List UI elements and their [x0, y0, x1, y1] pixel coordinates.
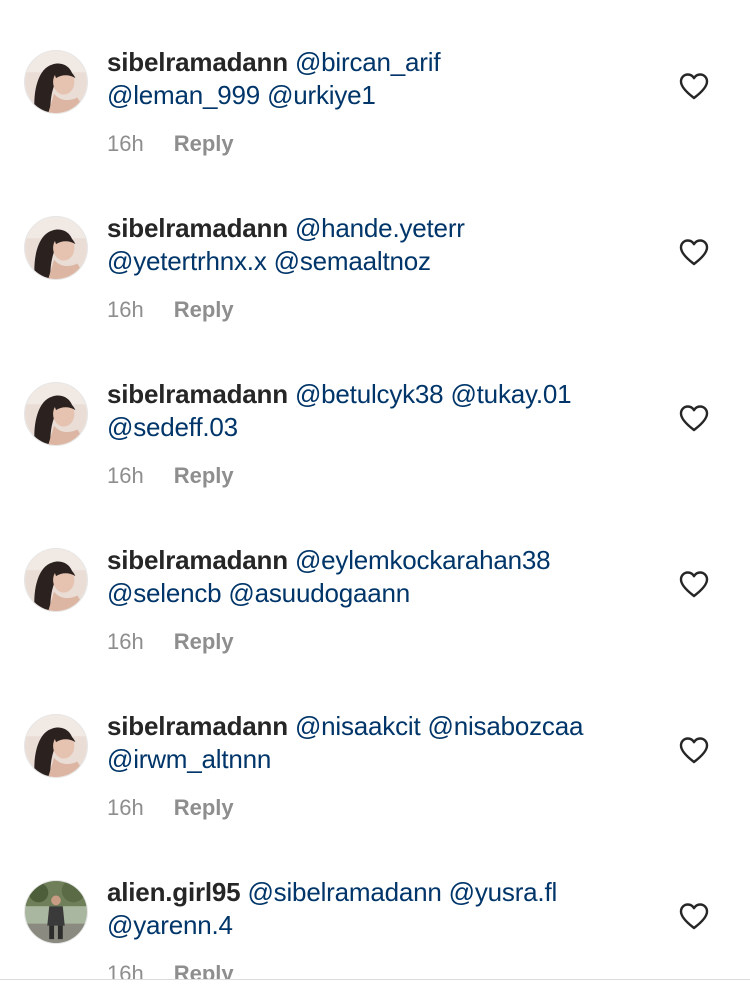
comment-mentions-line1[interactable]: @betulcyk38 @tukay.01: [295, 379, 572, 409]
heart-outline-icon[interactable]: [678, 901, 710, 931]
comment-meta: 16h Reply: [107, 794, 234, 822]
comment-mentions-line2[interactable]: @sedeff.03: [107, 412, 238, 442]
comment-mentions-line2[interactable]: @yetertrhnx.x @semaaltnoz: [107, 246, 431, 276]
comment-mentions-line1[interactable]: @eylemkockarahan38: [295, 545, 551, 575]
comment-mentions-line2[interactable]: @leman_999 @urkiye1: [107, 80, 376, 110]
comment-timestamp: 16h: [107, 463, 144, 488]
comment-text: sibelramadann @hande.yeterr @yetertrhnx.…: [107, 212, 652, 278]
comment-meta: 16h Reply: [107, 462, 234, 490]
avatar[interactable]: [24, 880, 88, 944]
comment-username[interactable]: sibelramadann: [107, 379, 288, 409]
reply-button[interactable]: Reply: [174, 462, 234, 490]
reply-button[interactable]: Reply: [174, 296, 234, 324]
comment-row: sibelramadann @nisaakcit @nisabozcaa @ir…: [0, 664, 750, 830]
comment-meta: 16h Reply: [107, 130, 234, 158]
comment-timestamp: 16h: [107, 795, 144, 820]
reply-button[interactable]: Reply: [174, 794, 234, 822]
comment-text: sibelramadann @nisaakcit @nisabozcaa @ir…: [107, 710, 652, 776]
heart-outline-icon[interactable]: [678, 237, 710, 267]
comment-username[interactable]: sibelramadann: [107, 213, 288, 243]
comment-text: sibelramadann @bircan_arif @leman_999 @u…: [107, 46, 652, 112]
comment-timestamp: 16h: [107, 297, 144, 322]
heart-outline-icon[interactable]: [678, 71, 710, 101]
comment-mentions-line1[interactable]: @hande.yeterr: [295, 213, 465, 243]
comment-username[interactable]: sibelramadann: [107, 711, 288, 741]
reply-button[interactable]: Reply: [174, 628, 234, 656]
comment-row: sibelramadann @bircan_arif @leman_999 @u…: [0, 0, 750, 166]
comment-mentions-line1[interactable]: @sibelramadann @yusra.fl: [247, 877, 557, 907]
avatar[interactable]: [24, 714, 88, 778]
comment-row: sibelramadann @betulcyk38 @tukay.01 @sed…: [0, 332, 750, 498]
comment-mentions-line2[interactable]: @irwm_altnnn: [107, 744, 271, 774]
comment-username[interactable]: sibelramadann: [107, 545, 288, 575]
comment-mentions-line1[interactable]: @bircan_arif: [295, 47, 441, 77]
comment-row: sibelramadann @eylemkockarahan38 @selenc…: [0, 498, 750, 664]
comment-mentions-line1[interactable]: @nisaakcit @nisabozcaa: [295, 711, 584, 741]
comment-meta: 16h Reply: [107, 296, 234, 324]
comment-text: sibelramadann @eylemkockarahan38 @selenc…: [107, 544, 652, 610]
comment-mentions-line2[interactable]: @selencb @asuudogaann: [107, 578, 410, 608]
comment-username[interactable]: alien.girl95: [107, 877, 241, 907]
comment-mentions-line2[interactable]: @yarenn.4: [107, 910, 233, 940]
avatar[interactable]: [24, 50, 88, 114]
comment-timestamp: 16h: [107, 131, 144, 156]
avatar[interactable]: [24, 548, 88, 612]
comment-row: alien.girl95 @sibelramadann @yusra.fl @y…: [0, 830, 750, 996]
reply-button[interactable]: Reply: [174, 130, 234, 158]
comment-username[interactable]: sibelramadann: [107, 47, 288, 77]
comment-timestamp: 16h: [107, 629, 144, 654]
comment-row: sibelramadann @hande.yeterr @yetertrhnx.…: [0, 166, 750, 332]
comment-meta: 16h Reply: [107, 628, 234, 656]
heart-outline-icon[interactable]: [678, 735, 710, 765]
heart-outline-icon[interactable]: [678, 569, 710, 599]
comment-text: alien.girl95 @sibelramadann @yusra.fl @y…: [107, 876, 652, 942]
comment-text: sibelramadann @betulcyk38 @tukay.01 @sed…: [107, 378, 652, 444]
heart-outline-icon[interactable]: [678, 403, 710, 433]
avatar[interactable]: [24, 382, 88, 446]
avatar[interactable]: [24, 216, 88, 280]
